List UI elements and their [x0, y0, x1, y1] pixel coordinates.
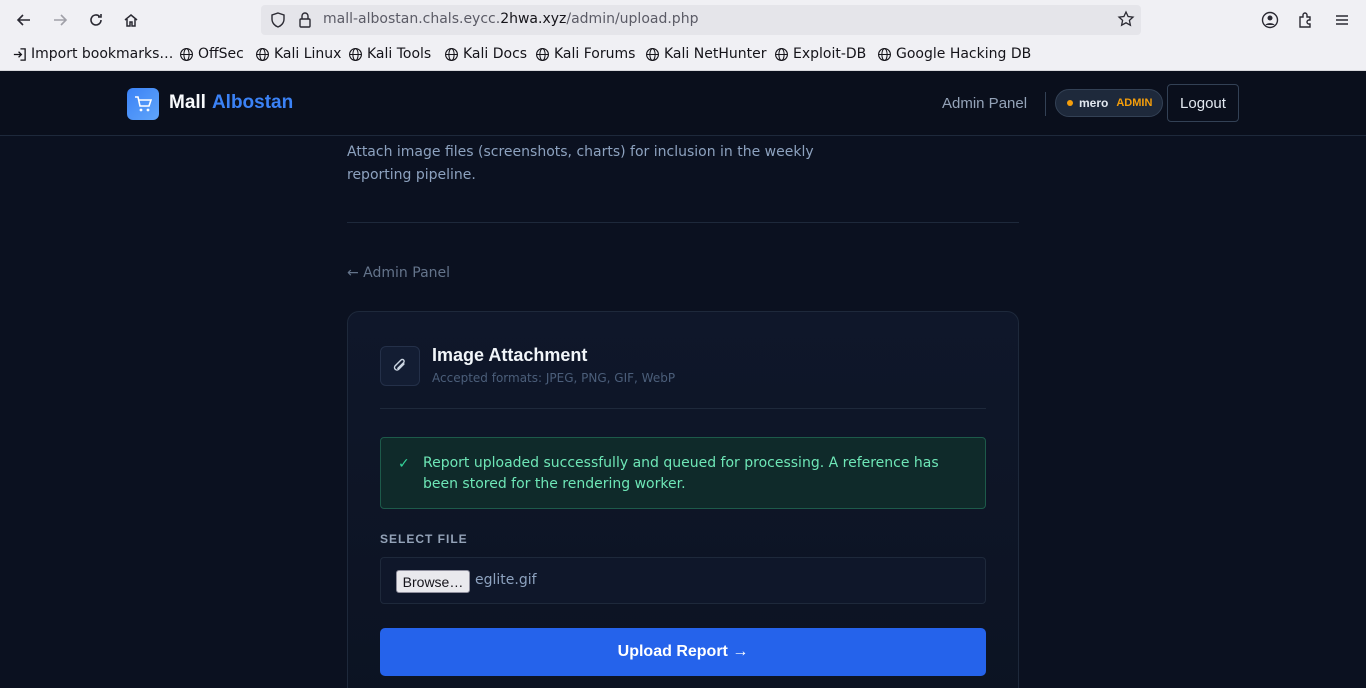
home-button[interactable]	[119, 8, 143, 32]
arrow-right-icon	[54, 14, 68, 26]
logout-button[interactable]: Logout	[1167, 84, 1239, 122]
status-dot-icon	[1067, 100, 1073, 106]
bookmark-kali-tools[interactable]: Kali Tools	[348, 46, 431, 62]
success-message: Report uploaded successfully and queued …	[423, 455, 939, 492]
shield-icon[interactable]	[269, 11, 287, 29]
back-button[interactable]	[12, 8, 36, 32]
bookmarks-bar: Import bookmarks… OffSec Kali Linux Kali…	[0, 40, 1366, 71]
site-title-accent: Albostan	[211, 92, 294, 113]
bookmark-import[interactable]: Import bookmarks…	[12, 46, 173, 62]
accepted-formats: Accepted formats: JPEG, PNG, GIF, WebP	[432, 371, 676, 385]
globe-icon	[256, 47, 269, 61]
bookmark-kali-nethunter[interactable]: Kali NetHunter	[645, 46, 766, 62]
globe-icon	[349, 47, 362, 61]
browse-button[interactable]: Browse…	[396, 570, 470, 593]
user-name: mero	[1079, 96, 1109, 110]
globe-icon	[775, 47, 788, 61]
browser-toolbar: mall-albostan.chals.eycc.2hwa.xyz/admin/…	[0, 0, 1366, 40]
arrow-left-icon	[16, 14, 30, 26]
menu-button[interactable]	[1330, 8, 1354, 32]
globe-icon	[536, 47, 549, 61]
globe-icon	[445, 47, 458, 61]
bookmark-label: Kali NetHunter	[664, 46, 767, 62]
bookmark-kali-linux[interactable]: Kali Linux	[255, 46, 341, 62]
bookmark-label: Kali Docs	[463, 46, 528, 62]
site-title-primary: Mall	[169, 92, 206, 113]
logo[interactable]	[127, 88, 159, 120]
check-icon: ✓	[398, 456, 410, 472]
lock-icon[interactable]	[297, 11, 313, 29]
back-to-admin-link[interactable]: ← Admin Panel	[347, 265, 450, 281]
site-title[interactable]: Mall Albostan	[169, 92, 293, 114]
selected-file-name: eglite.gif	[475, 572, 537, 588]
extensions-button[interactable]	[1294, 8, 1318, 32]
bookmark-label: Exploit-DB	[793, 46, 867, 62]
card-title: Image Attachment	[432, 345, 588, 365]
bookmark-label: Google Hacking DB	[896, 46, 1032, 62]
upload-report-button[interactable]: Upload Report →	[380, 628, 986, 676]
puzzle-icon	[1299, 12, 1311, 28]
bookmark-label: Kali Forums	[554, 46, 636, 62]
reload-button[interactable]	[84, 8, 108, 32]
upload-card: Image Attachment Accepted formats: JPEG,…	[347, 311, 1019, 688]
bookmark-label: Import bookmarks…	[31, 46, 174, 62]
bookmark-exploit-db[interactable]: Exploit-DB	[774, 46, 866, 62]
site-header: Mall Albostan Admin Panel mero ADMIN Logo…	[0, 71, 1366, 136]
card-icon-box	[380, 346, 420, 386]
bookmark-offsec[interactable]: OffSec	[179, 46, 244, 62]
home-icon	[124, 14, 138, 27]
globe-icon	[646, 47, 659, 61]
file-input[interactable]: Browse… eglite.gif	[380, 557, 986, 604]
star-icon[interactable]	[1117, 10, 1135, 28]
url-text[interactable]: mall-albostan.chals.eycc.2hwa.xyz/admin/…	[323, 11, 698, 27]
paperclip-icon	[393, 358, 405, 371]
import-icon	[13, 47, 26, 61]
file-field-label: SELECT FILE	[380, 532, 468, 546]
address-bar[interactable]: mall-albostan.chals.eycc.2hwa.xyz/admin/…	[261, 5, 1141, 35]
role-badge: ADMIN	[1116, 97, 1153, 109]
admin-panel-link[interactable]: Admin Panel	[942, 95, 1027, 112]
card-divider	[380, 408, 986, 409]
account-icon	[1261, 11, 1279, 29]
success-alert: ✓ Report uploaded successfully and queue…	[380, 437, 986, 509]
globe-icon	[878, 47, 891, 61]
globe-icon	[180, 47, 193, 61]
bookmark-kali-docs[interactable]: Kali Docs	[444, 46, 527, 62]
section-divider	[347, 222, 1019, 223]
hamburger-icon	[1336, 15, 1348, 25]
page-description: Attach image files (screenshots, charts)…	[347, 144, 814, 183]
account-button[interactable]	[1258, 8, 1282, 32]
shopping-cart-icon	[135, 96, 152, 112]
bookmark-google-hacking-db[interactable]: Google Hacking DB	[877, 46, 1031, 62]
bookmark-label: Kali Linux	[274, 46, 342, 62]
bookmark-label: OffSec	[198, 46, 244, 62]
bookmark-label: Kali Tools	[367, 46, 432, 62]
bookmark-kali-forums[interactable]: Kali Forums	[535, 46, 635, 62]
reload-icon	[90, 14, 102, 26]
forward-button[interactable]	[48, 8, 72, 32]
header-divider	[1045, 92, 1046, 116]
user-badge: mero ADMIN	[1055, 89, 1163, 117]
